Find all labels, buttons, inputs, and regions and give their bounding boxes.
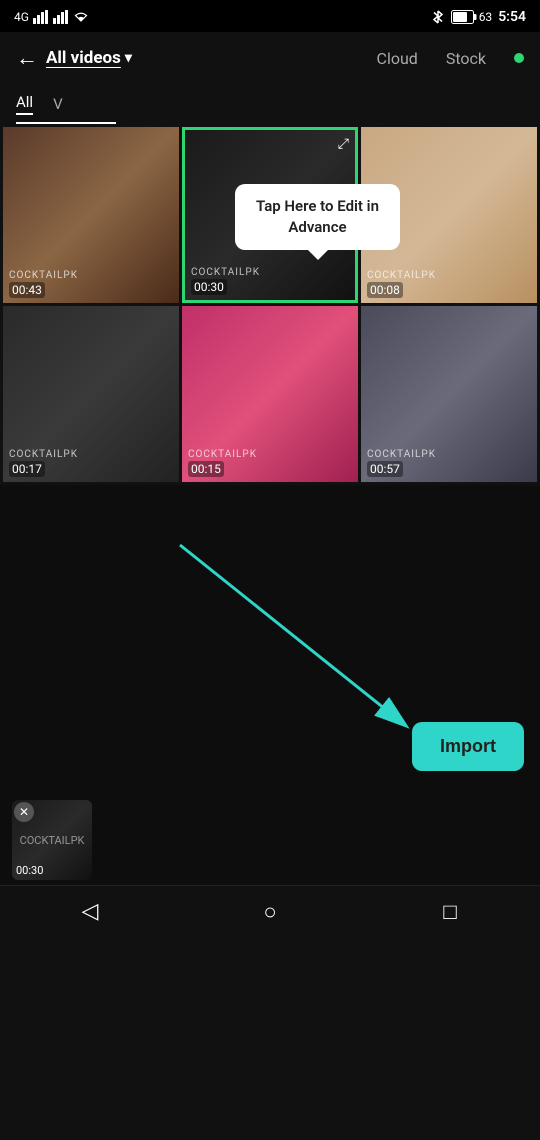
thumb-bg-4: COCKTAILPK xyxy=(3,306,179,482)
duration-6: 00:57 xyxy=(367,461,403,477)
bottom-selected-strip: COCKTAILPK ✕ 00:30 xyxy=(0,795,540,885)
battery-icon: 63 xyxy=(451,10,493,24)
active-tab-underline xyxy=(16,122,116,124)
video-thumb-4[interactable]: COCKTAILPK 00:17 xyxy=(3,306,179,482)
import-button[interactable]: Import xyxy=(412,722,524,771)
brand-label-5: COCKTAILPK xyxy=(188,449,257,460)
nav-tabs: Cloud Stock xyxy=(377,45,524,72)
brand-label-4: COCKTAILPK xyxy=(9,449,78,460)
tooltip-text: Tap Here to Edit in Advance xyxy=(256,197,379,236)
nav-title-group: All videos ▾ xyxy=(46,48,132,68)
remove-selected-button[interactable]: ✕ xyxy=(14,802,34,822)
status-left: 4G xyxy=(14,10,89,24)
video-thumb-5[interactable]: COCKTAILPK 00:15 xyxy=(182,306,358,482)
video-thumb-1[interactable]: COCKTAILPK 00:43 xyxy=(3,127,179,303)
empty-area: Import xyxy=(0,485,540,795)
signal-icon2 xyxy=(53,10,69,24)
filter-bar: All V Tap Here to Edit in Advance xyxy=(0,84,540,124)
brand-label-2: COCKTAILPK xyxy=(191,267,260,278)
brand-label-6: COCKTAILPK xyxy=(367,449,436,460)
back-button[interactable]: ← xyxy=(16,45,38,71)
thumb-bg-5: COCKTAILPK xyxy=(182,306,358,482)
status-right: 63 5:54 xyxy=(431,9,526,25)
online-dot xyxy=(514,53,524,63)
time-text: 5:54 xyxy=(498,9,526,25)
back-nav-button[interactable]: ◁ xyxy=(68,890,112,934)
signal-text: 4G xyxy=(14,10,29,24)
battery-text: 63 xyxy=(479,10,493,24)
wifi-icon xyxy=(73,10,89,24)
battery-shape xyxy=(451,10,477,24)
bottom-navigation: ◁ ○ □ xyxy=(0,885,540,937)
selected-brand-text: COCKTAILPK xyxy=(20,834,85,847)
duration-1: 00:43 xyxy=(9,282,45,298)
duration-3: 00:08 xyxy=(367,282,403,298)
expand-icon[interactable]: ⤢ xyxy=(338,136,349,152)
tab-cloud[interactable]: Cloud xyxy=(377,45,418,72)
dropdown-arrow-icon[interactable]: ▾ xyxy=(125,50,132,66)
duration-2: 00:30 xyxy=(191,279,227,295)
thumb-bg-1: COCKTAILPK xyxy=(3,127,179,303)
status-bar: 4G 63 5:54 xyxy=(0,0,540,32)
filter-all[interactable]: All xyxy=(16,93,33,115)
video-thumb-6[interactable]: COCKTAILPK 00:57 xyxy=(361,306,537,482)
page-title: All videos xyxy=(46,48,121,68)
filter-v[interactable]: V xyxy=(53,95,63,113)
recent-nav-button[interactable]: □ xyxy=(428,890,472,934)
selected-duration: 00:30 xyxy=(16,864,43,877)
bluetooth-icon xyxy=(431,10,445,24)
home-nav-button[interactable]: ○ xyxy=(248,890,292,934)
tooltip-container: Tap Here to Edit in Advance xyxy=(235,184,400,250)
brand-label-1: COCKTAILPK xyxy=(9,270,78,281)
top-nav: ← All videos ▾ Cloud Stock xyxy=(0,32,540,84)
tooltip-box: Tap Here to Edit in Advance xyxy=(235,184,400,250)
selected-thumb-item: COCKTAILPK ✕ 00:30 xyxy=(12,800,92,880)
duration-4: 00:17 xyxy=(9,461,45,477)
tab-stock[interactable]: Stock xyxy=(446,45,486,72)
video-grid: COCKTAILPK 00:43 COCKTAILPK 1 ⤢ 00:30 CO… xyxy=(0,124,540,485)
thumb-bg-6: COCKTAILPK xyxy=(361,306,537,482)
duration-5: 00:15 xyxy=(188,461,224,477)
signal-icon xyxy=(33,10,49,24)
brand-label-3: COCKTAILPK xyxy=(367,270,436,281)
